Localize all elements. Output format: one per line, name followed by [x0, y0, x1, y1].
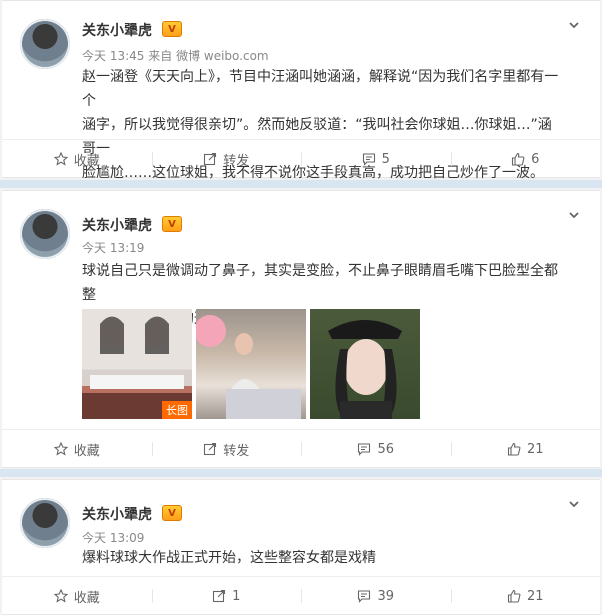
like-count: 6: [531, 151, 540, 167]
like-count: 21: [526, 588, 544, 604]
comment-count: 39: [377, 588, 395, 604]
comment-icon: [362, 153, 375, 166]
weibo-post: 关东小犟虎 V 今天 13:19 球说自己只是微调动了鼻子，其实是变脸，不止鼻子…: [2, 190, 600, 468]
avatar[interactable]: [20, 498, 70, 548]
avatar[interactable]: [20, 209, 70, 259]
like-button[interactable]: 21: [450, 577, 601, 615]
post-time[interactable]: 今天 13:19: [82, 241, 144, 255]
chevron-down-icon[interactable]: [568, 498, 580, 510]
post-text: 爆料球球大作战正式开始，这些整容女都是戏精: [82, 550, 376, 566]
star-icon: [53, 152, 68, 166]
like-icon: [507, 589, 521, 603]
weibo-post: 关东小犟虎 V 今天 13:09 爆料球球大作战正式开始，这些整容女都是戏精 收…: [2, 479, 600, 615]
like-button[interactable]: 21: [450, 430, 601, 468]
comment-button[interactable]: 56: [301, 430, 451, 468]
favorite-button[interactable]: 收藏: [2, 140, 152, 178]
long-image-tag: 长图: [162, 401, 192, 419]
favorite-label: 收藏: [73, 443, 100, 459]
favorite-label: 收藏: [73, 153, 100, 169]
post-time[interactable]: 今天 13:09: [82, 531, 144, 545]
chevron-down-icon[interactable]: [568, 19, 580, 31]
repost-icon: [204, 152, 217, 166]
source-prefix: 来自: [148, 49, 173, 63]
repost-label: 转发: [223, 153, 250, 169]
action-bar: 收藏 转发 5 6: [2, 139, 600, 178]
repost-button[interactable]: 转发: [151, 140, 302, 178]
repost-button[interactable]: 转发: [151, 430, 302, 468]
star-icon: [53, 442, 68, 456]
comment-icon: [358, 590, 371, 603]
author-name[interactable]: 关东小犟虎: [82, 20, 152, 40]
repost-icon: [213, 589, 226, 603]
like-icon: [507, 442, 521, 456]
favorite-label: 收藏: [73, 590, 100, 606]
like-icon: [512, 152, 525, 166]
like-count: 21: [526, 441, 544, 457]
action-bar: 收藏 1 39 21: [2, 576, 600, 615]
favorite-button[interactable]: 收藏: [2, 577, 152, 615]
author-name[interactable]: 关东小犟虎: [82, 215, 152, 235]
post-image-2[interactable]: [196, 309, 306, 419]
comment-icon: [358, 443, 371, 456]
post-meta: 今天 13:19: [82, 239, 144, 256]
comment-count: 5: [381, 151, 390, 167]
repost-count: 1: [232, 588, 241, 604]
post-meta: 今天 13:45 来自 微博 weibo.com: [82, 47, 269, 64]
like-button[interactable]: 6: [450, 140, 601, 178]
star-icon: [53, 589, 68, 603]
post-separator: [0, 180, 602, 188]
post-image-3[interactable]: [310, 309, 420, 419]
avatar[interactable]: [20, 19, 70, 69]
repost-button[interactable]: 1: [151, 577, 302, 615]
repost-icon: [204, 442, 217, 456]
weibo-post: 关东小犟虎 V 今天 13:45 来自 微博 weibo.com 赵一涵登《天天…: [2, 0, 600, 181]
vip-badge-icon: V: [162, 216, 182, 232]
repost-label: 转发: [223, 443, 250, 459]
post-time[interactable]: 今天 13:45: [82, 49, 144, 63]
post-source[interactable]: 微博 weibo.com: [176, 49, 269, 63]
vip-badge-icon: V: [162, 505, 182, 521]
author-name[interactable]: 关东小犟虎: [82, 504, 152, 524]
post-separator: [0, 469, 602, 477]
comment-button[interactable]: 5: [301, 140, 451, 178]
post-meta: 今天 13:09: [82, 529, 144, 546]
chevron-down-icon[interactable]: [568, 209, 580, 221]
image-content: [196, 315, 301, 419]
post-image-1[interactable]: 长图: [82, 309, 192, 419]
favorite-button[interactable]: 收藏: [2, 430, 152, 468]
action-bar: 收藏 转发 56 21: [2, 429, 600, 468]
comment-button[interactable]: 39: [301, 577, 451, 615]
image-content: [328, 320, 402, 419]
comment-count: 56: [377, 441, 395, 457]
vip-badge-icon: V: [162, 21, 182, 37]
